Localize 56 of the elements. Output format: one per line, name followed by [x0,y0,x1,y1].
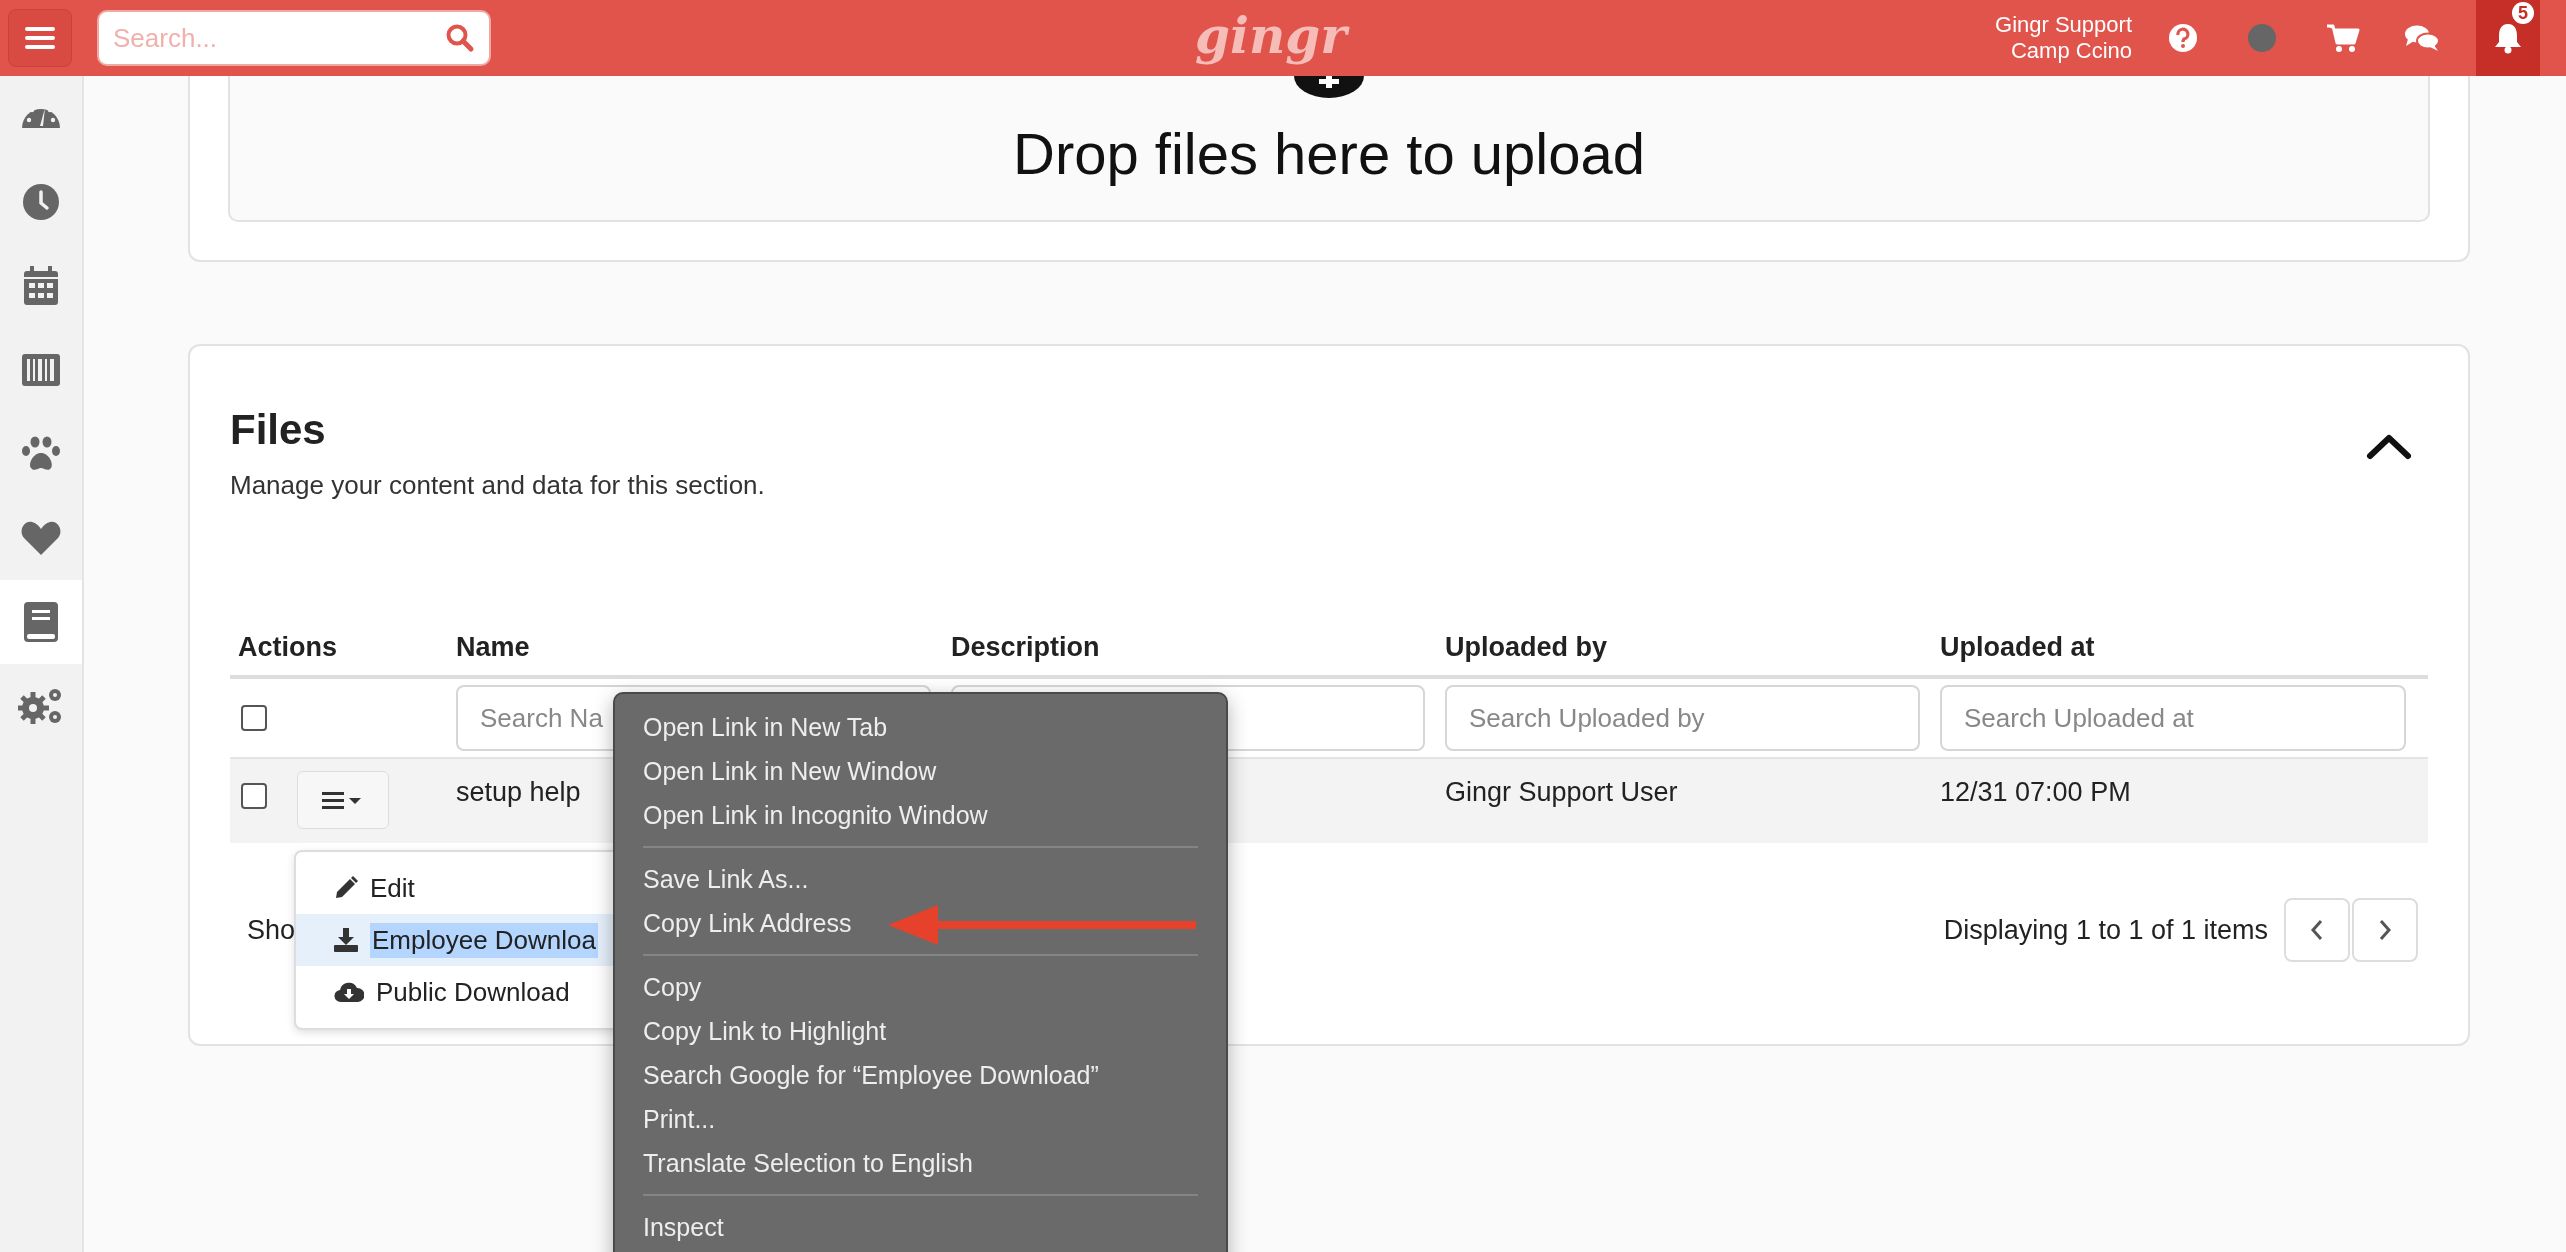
dropzone[interactable]: Drop files here to upload [228,76,2430,222]
menu-caret-icon [322,790,364,810]
calendar-icon [23,266,59,306]
notifications-button[interactable]: 5 [2476,0,2540,76]
chevron-left-icon [2310,919,2324,941]
gears-icon [18,686,64,726]
context-menu-item[interactable]: Open Link in New Tab [615,705,1226,749]
book-icon [24,602,58,642]
paw-icon [21,436,61,472]
location-name: Camp Ccino [2010,38,2132,64]
search-icon[interactable] [445,23,475,53]
context-menu-item[interactable]: Open Link in Incognito Window [615,793,1226,837]
uploaded-at-search-field[interactable]: Search Uploaded at [1940,685,2406,751]
sidebar-item[interactable] [0,580,82,664]
column-header: Uploaded at [1940,631,2096,664]
pagination-summary: Displaying 1 to 1 of 1 items [1943,914,2268,946]
uploaded-by-cell-text: Gingr Support User [1445,776,1678,809]
column-header: Name [456,631,531,664]
chat-icon[interactable] [2404,23,2440,53]
cloud-download-icon [334,980,364,1004]
menu-button[interactable] [8,9,72,67]
uploaded-by-search-field[interactable]: Search Uploaded by [1445,685,1920,751]
heart-icon [21,520,61,556]
section-description: Manage your content and data for this section. [230,469,765,502]
context-menu-item[interactable]: Search Google for “Employee Download” [615,1053,1226,1097]
download-icon [334,928,358,952]
dropzone-prompt: Drop files here to upload [1013,120,1645,188]
pencil-icon [334,876,358,900]
context-menu-item[interactable]: Open Link in New Window [615,749,1226,793]
status-dot[interactable] [2248,24,2276,52]
actions-menu-button[interactable] [297,771,389,829]
plus-icon [1294,76,1364,98]
column-header: Description [951,631,1101,664]
help-icon[interactable] [2168,23,2198,53]
column-header: Actions [237,631,338,664]
context-menu-item[interactable]: Inspect [615,1205,1226,1249]
notification-count: 5 [2512,2,2534,24]
row-checkbox[interactable] [241,783,267,809]
cart-icon[interactable] [2326,23,2360,53]
select-all-checkbox[interactable] [241,705,267,731]
file-name-cell-text: setup help [456,776,581,809]
bell-icon [2494,22,2522,54]
gauge-icon [20,107,62,129]
section-title: Files [230,405,327,455]
barcode-icon [22,354,60,386]
context-menu-item[interactable]: Print... [615,1097,1226,1141]
column-header: Uploaded by [1445,631,1608,664]
context-menu-item[interactable]: Translate Selection to English [615,1141,1226,1185]
menu-icon [25,26,55,50]
uploaded-at-cell-text: 12/31 07:00 PM [1940,776,2131,809]
clock-icon [22,183,60,221]
page-size-label: Sho [247,914,296,946]
search-field[interactable]: Search... [97,10,491,66]
collapse-chevron-icon[interactable] [2366,432,2412,460]
chevron-right-icon [2378,919,2392,941]
user-name: Gingr Support [1995,12,2132,38]
